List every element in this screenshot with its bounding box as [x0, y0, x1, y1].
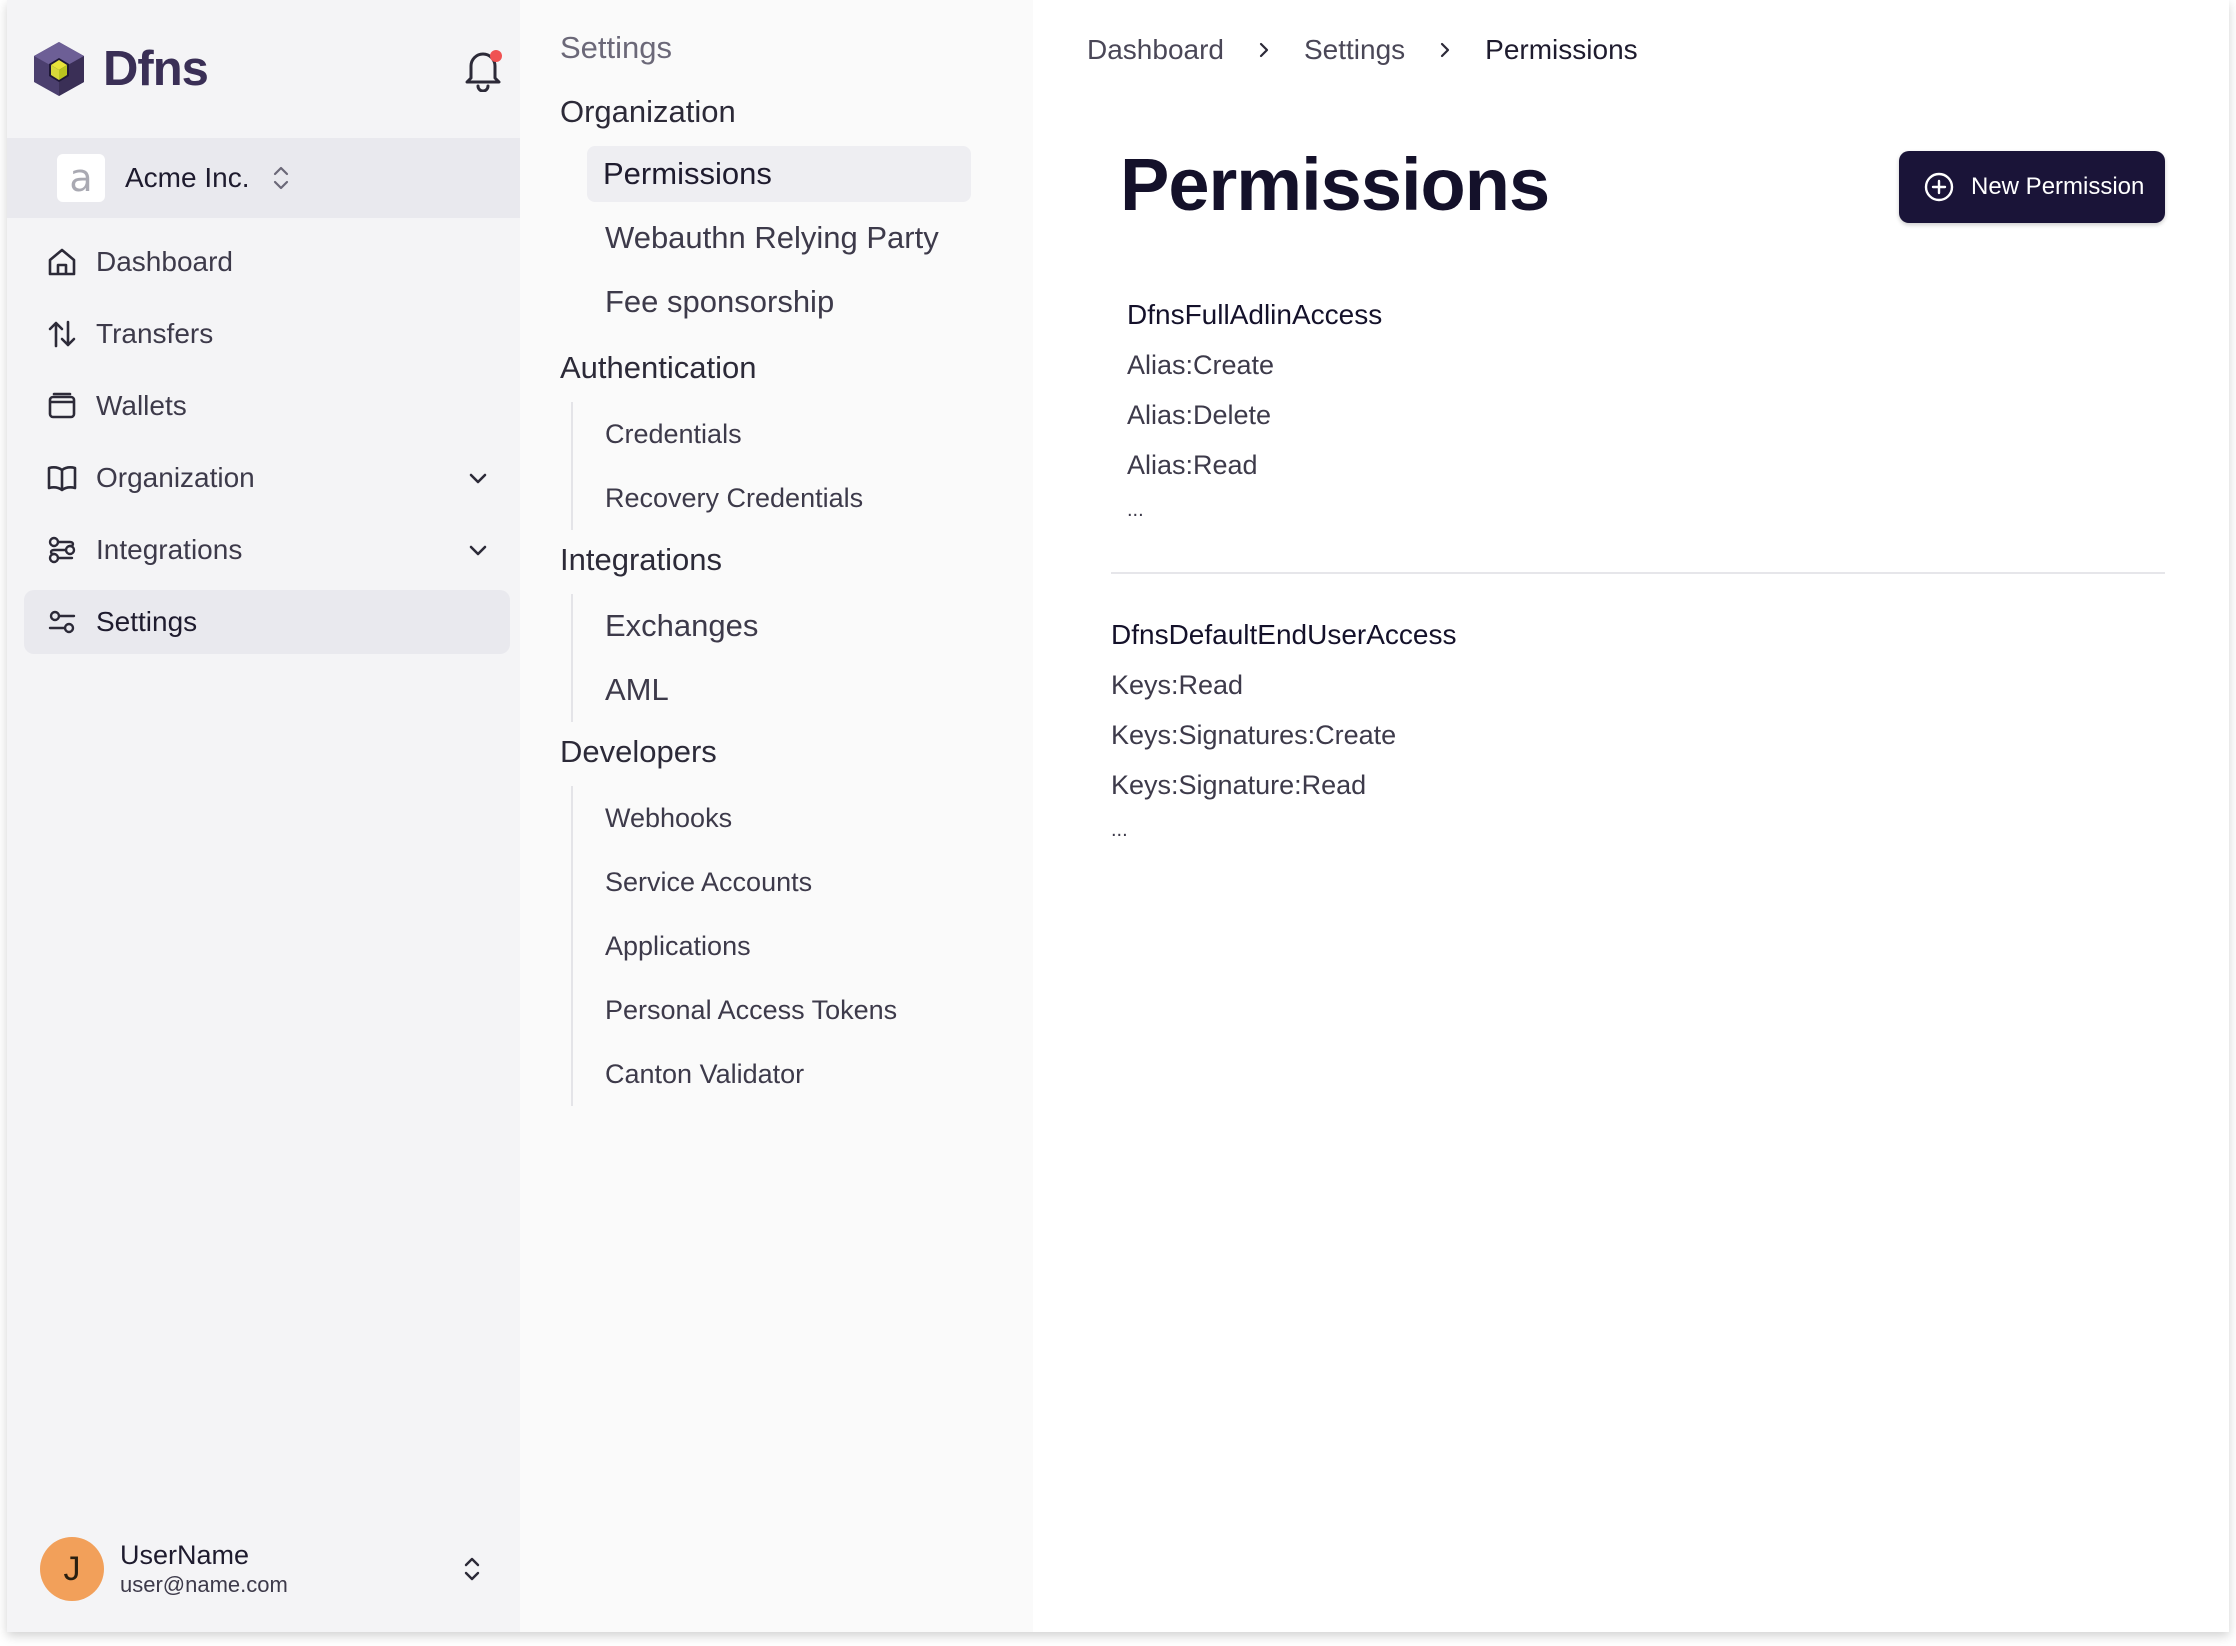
settings-subnav: Settings Organization Permissions Webaut…	[520, 0, 1033, 1632]
permission-operation: Keys:Signatures:Create	[1111, 720, 1397, 750]
breadcrumb-settings[interactable]: Settings	[1304, 34, 1405, 66]
chevron-up-down-icon	[464, 1557, 480, 1581]
subnav-item-personal-access-tokens[interactable]: Personal Access Tokens	[573, 978, 991, 1042]
permission-operation: Keys:Signature:Read	[1111, 770, 1367, 800]
subnav-item-applications[interactable]: Applications	[573, 914, 991, 978]
subnav-item-fee-sponsorship[interactable]: Fee sponsorship	[573, 270, 991, 334]
subnav-item-exchanges[interactable]: Exchanges	[573, 594, 991, 658]
chevron-right-icon	[1259, 42, 1269, 58]
nav-item-organization[interactable]: Organization	[24, 446, 510, 510]
user-email: user@name.com	[120, 1572, 288, 1597]
permission-operation: Alias:Read	[1127, 450, 1258, 480]
subnav-item-aml[interactable]: AML	[573, 658, 991, 722]
notification-bell-icon[interactable]	[461, 46, 505, 92]
org-avatar: a	[57, 154, 105, 202]
nav-label: Wallets	[96, 390, 187, 421]
brand[interactable]: Dfns	[31, 40, 209, 98]
subnav-item-permissions[interactable]: Permissions	[587, 146, 971, 202]
sliders-icon	[48, 610, 76, 634]
chevron-down-icon	[469, 473, 487, 484]
user-info: UserName user@name.com	[120, 1539, 288, 1599]
plus-circle-icon	[1924, 172, 1954, 202]
subnav-title: Settings	[560, 30, 673, 65]
org-switcher[interactable]: a Acme Inc.	[7, 138, 520, 218]
subnav-group-developers: Webhooks Service Accounts Applications P…	[571, 786, 991, 1106]
permission-operation: Alias:Create	[1127, 350, 1275, 380]
subnav-item-webhooks[interactable]: Webhooks	[573, 786, 991, 850]
permission-name: DfnsFullAdlinAccess	[1127, 299, 1383, 330]
nav-item-integrations[interactable]: Integrations	[24, 518, 510, 582]
book-icon	[47, 466, 77, 492]
main-content: Dashboard Settings Permissions Permissio…	[1033, 0, 2229, 1632]
nav-label: Dashboard	[96, 246, 233, 277]
app-window: Dfns a Acme Inc. Dashboard Transfers Wal…	[7, 0, 2229, 1632]
permission-card[interactable]: DfnsFullAdlinAccess Alias:Create Alias:D…	[1127, 290, 1382, 530]
nav-item-transfers[interactable]: Transfers	[24, 302, 510, 366]
nav-label: Organization	[96, 462, 255, 493]
permission-card[interactable]: DfnsDefaultEndUserAccess Keys:Read Keys:…	[1111, 610, 1456, 850]
org-name: Acme Inc.	[125, 162, 250, 193]
permission-more: ...	[1127, 499, 1144, 521]
nav-item-settings[interactable]: Settings	[24, 590, 510, 654]
subnav-item-credentials[interactable]: Credentials	[573, 402, 991, 466]
chevron-right-icon	[1441, 42, 1450, 58]
user-name: UserName	[120, 1540, 250, 1570]
section-heading-integrations: Integrations	[560, 542, 722, 577]
main-nav: Dashboard Transfers Wallets Organization…	[24, 230, 510, 662]
subnav-item-service-accounts[interactable]: Service Accounts	[573, 850, 991, 914]
permission-name: DfnsDefaultEndUserAccess	[1111, 619, 1457, 650]
integrations-icon	[48, 536, 76, 564]
chevron-down-icon	[469, 545, 487, 556]
page-title: Permissions	[1120, 143, 1550, 226]
subnav-group-integrations: Exchanges AML	[571, 594, 991, 722]
transfer-arrows-icon	[48, 320, 76, 348]
section-heading-organization: Organization	[560, 94, 736, 129]
breadcrumb: Dashboard Settings Permissions	[1087, 34, 1638, 66]
dfns-logo-icon	[34, 42, 84, 96]
permission-operation: Keys:Read	[1111, 670, 1244, 700]
new-permission-button[interactable]: New Permission	[1899, 151, 2165, 223]
breadcrumb-dashboard[interactable]: Dashboard	[1087, 34, 1224, 66]
home-icon	[48, 248, 76, 276]
nav-label: Integrations	[96, 534, 243, 565]
subnav-item-webauthn[interactable]: Webauthn Relying Party	[573, 206, 991, 270]
breadcrumb-permissions: Permissions	[1485, 34, 1638, 65]
permission-operation: Alias:Delete	[1127, 400, 1272, 430]
permission-more: ...	[1111, 819, 1128, 841]
nav-label: Settings	[96, 606, 198, 637]
subnav-group-authentication: Credentials Recovery Credentials	[571, 402, 991, 530]
nav-item-wallets[interactable]: Wallets	[24, 374, 510, 438]
new-permission-label: New Permission	[1971, 173, 2145, 200]
user-menu[interactable]: J UserName user@name.com	[40, 1534, 510, 1604]
subnav-item-canton-validator[interactable]: Canton Validator	[573, 1042, 991, 1106]
nav-label: Transfers	[96, 318, 214, 349]
brand-name: Dfns	[103, 42, 209, 96]
chevron-up-down-icon	[274, 166, 289, 190]
avatar: J	[40, 1537, 104, 1601]
subnav-item-recovery-credentials[interactable]: Recovery Credentials	[573, 466, 991, 530]
sidebar: Dfns a Acme Inc. Dashboard Transfers Wal…	[7, 0, 520, 1632]
subnav-group-organization: Permissions Webauthn Relying Party Fee s…	[571, 142, 991, 334]
divider	[1111, 572, 2165, 574]
section-heading-authentication: Authentication	[560, 350, 757, 385]
wallet-icon	[48, 392, 76, 419]
nav-item-dashboard[interactable]: Dashboard	[24, 230, 510, 294]
section-heading-developers: Developers	[560, 734, 717, 769]
